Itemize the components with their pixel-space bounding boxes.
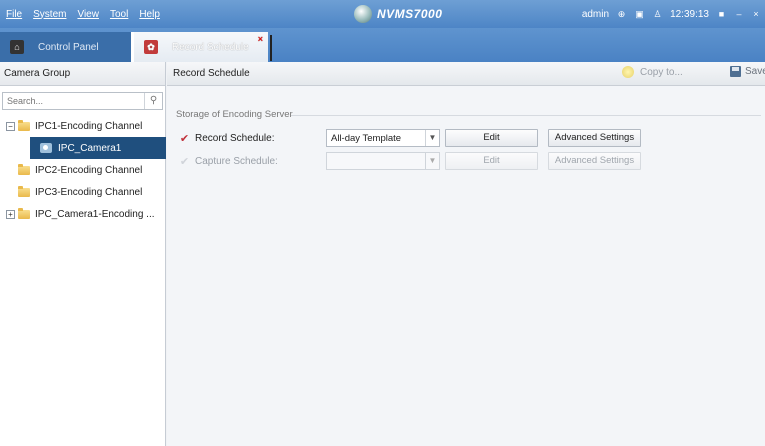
status-area: admin ⊕ ▣ ♙ 12:39:13 ■ – × (582, 0, 761, 28)
capture-template-select[interactable]: ▼ (326, 152, 440, 170)
tree-item[interactable]: + IPC_Camera1-Encoding ... (0, 203, 165, 225)
capture-schedule-checkbox[interactable]: ✔ (179, 155, 190, 168)
folder-icon (18, 185, 30, 197)
main-header: Record Schedule Copy to... Save (167, 62, 765, 86)
tree-item[interactable]: − IPC1-Encoding Channel (0, 115, 165, 137)
app-title-text: NVMS7000 (377, 7, 443, 21)
alarm-icon[interactable]: ♙ (652, 9, 663, 20)
collapse-icon[interactable]: − (6, 121, 15, 131)
folder-icon (18, 207, 30, 219)
search-input[interactable] (3, 93, 144, 109)
section-divider (291, 115, 761, 116)
schedule-icon: ✿ (144, 40, 158, 54)
tab-label: Control Panel (38, 41, 99, 53)
save-button[interactable]: Save (730, 66, 765, 77)
search-box: ⚲ (2, 92, 163, 110)
record-template-select[interactable]: All-day Template ▼ (326, 129, 440, 147)
record-edit-button[interactable]: Edit (445, 129, 538, 147)
tree-item-selected[interactable]: IPC_Camera1 (30, 137, 166, 159)
user-name[interactable]: admin (582, 9, 609, 20)
page-title: Record Schedule (173, 68, 250, 79)
app-title: NVMS7000 (354, 5, 442, 23)
search-icon[interactable]: ⚲ (144, 93, 162, 109)
chevron-down-icon[interactable]: ▼ (425, 153, 439, 169)
tree-item-label: IPC_Camera1 (58, 142, 122, 154)
menu-view[interactable]: View (77, 9, 99, 20)
main-panel: Record Schedule Copy to... Save Storage … (167, 62, 765, 446)
minimize-icon[interactable]: – (734, 9, 744, 19)
camera-icon (40, 143, 52, 153)
record-schedule-label: Record Schedule: (195, 132, 275, 144)
chevron-down-icon[interactable]: ▼ (425, 130, 439, 146)
tree-item-label: IPC2-Encoding Channel (35, 164, 143, 176)
menu-help[interactable]: Help (139, 9, 160, 20)
network-icon[interactable]: ⊕ (616, 9, 627, 20)
capture-schedule-label: Capture Schedule: (195, 155, 278, 167)
copy-icon (622, 66, 634, 78)
record-schedule-row: ✔ Record Schedule: All-day Template ▼ Ed… (179, 129, 641, 147)
tree-item[interactable]: IPC2-Encoding Channel (0, 159, 165, 181)
tab-record-schedule[interactable]: ✿ Record Schedule × (134, 32, 272, 62)
app-logo-icon (354, 5, 372, 23)
tab-bar: ⌂ Control Panel ✿ Record Schedule × (0, 28, 765, 62)
menu-system[interactable]: System (33, 9, 66, 20)
capture-schedule-row: ✔ Capture Schedule: ▼ Edit Advanced Sett… (179, 152, 641, 170)
menu-tool[interactable]: Tool (110, 9, 128, 20)
record-schedule-checkbox[interactable]: ✔ (179, 132, 190, 145)
tab-control-panel[interactable]: ⌂ Control Panel (0, 32, 134, 62)
menu-list: File System View Tool Help (0, 9, 160, 20)
copy-label: Copy to... (640, 66, 683, 78)
section-title: Storage of Encoding Server (176, 109, 293, 120)
tree-item-label: IPC1-Encoding Channel (35, 120, 143, 132)
capture-edit-button[interactable]: Edit (445, 152, 538, 170)
menu-bar: File System View Tool Help NVMS7000 admi… (0, 0, 765, 28)
record-template-value: All-day Template (331, 132, 402, 144)
record-advanced-settings-button[interactable]: Advanced Settings (548, 129, 641, 147)
tab-label: Record Schedule (172, 41, 249, 53)
tab-close-icon[interactable]: × (258, 34, 263, 44)
camera-group-panel: Camera Group ⚲ − IPC1-Encoding Channel I… (0, 62, 166, 446)
save-label: Save (745, 66, 765, 77)
home-icon: ⌂ (10, 40, 24, 54)
tree-item-label: IPC3-Encoding Channel (35, 186, 143, 198)
close-window-icon[interactable]: × (751, 9, 761, 19)
clock-time: 12:39:13 (670, 8, 709, 20)
copy-to-button[interactable]: Copy to... (622, 66, 683, 78)
save-icon (730, 66, 741, 77)
folder-icon (18, 119, 30, 131)
tree-item[interactable]: IPC3-Encoding Channel (0, 181, 165, 203)
panel-title: Camera Group (0, 62, 165, 86)
menu-file[interactable]: File (6, 9, 22, 20)
capture-advanced-settings-button[interactable]: Advanced Settings (548, 152, 641, 170)
tree-item-label: IPC_Camera1-Encoding ... (35, 208, 155, 220)
expand-icon[interactable]: + (6, 209, 15, 219)
monitor-icon[interactable]: ▣ (634, 9, 645, 20)
folder-icon (18, 163, 30, 175)
lock-icon[interactable]: ■ (716, 9, 727, 20)
